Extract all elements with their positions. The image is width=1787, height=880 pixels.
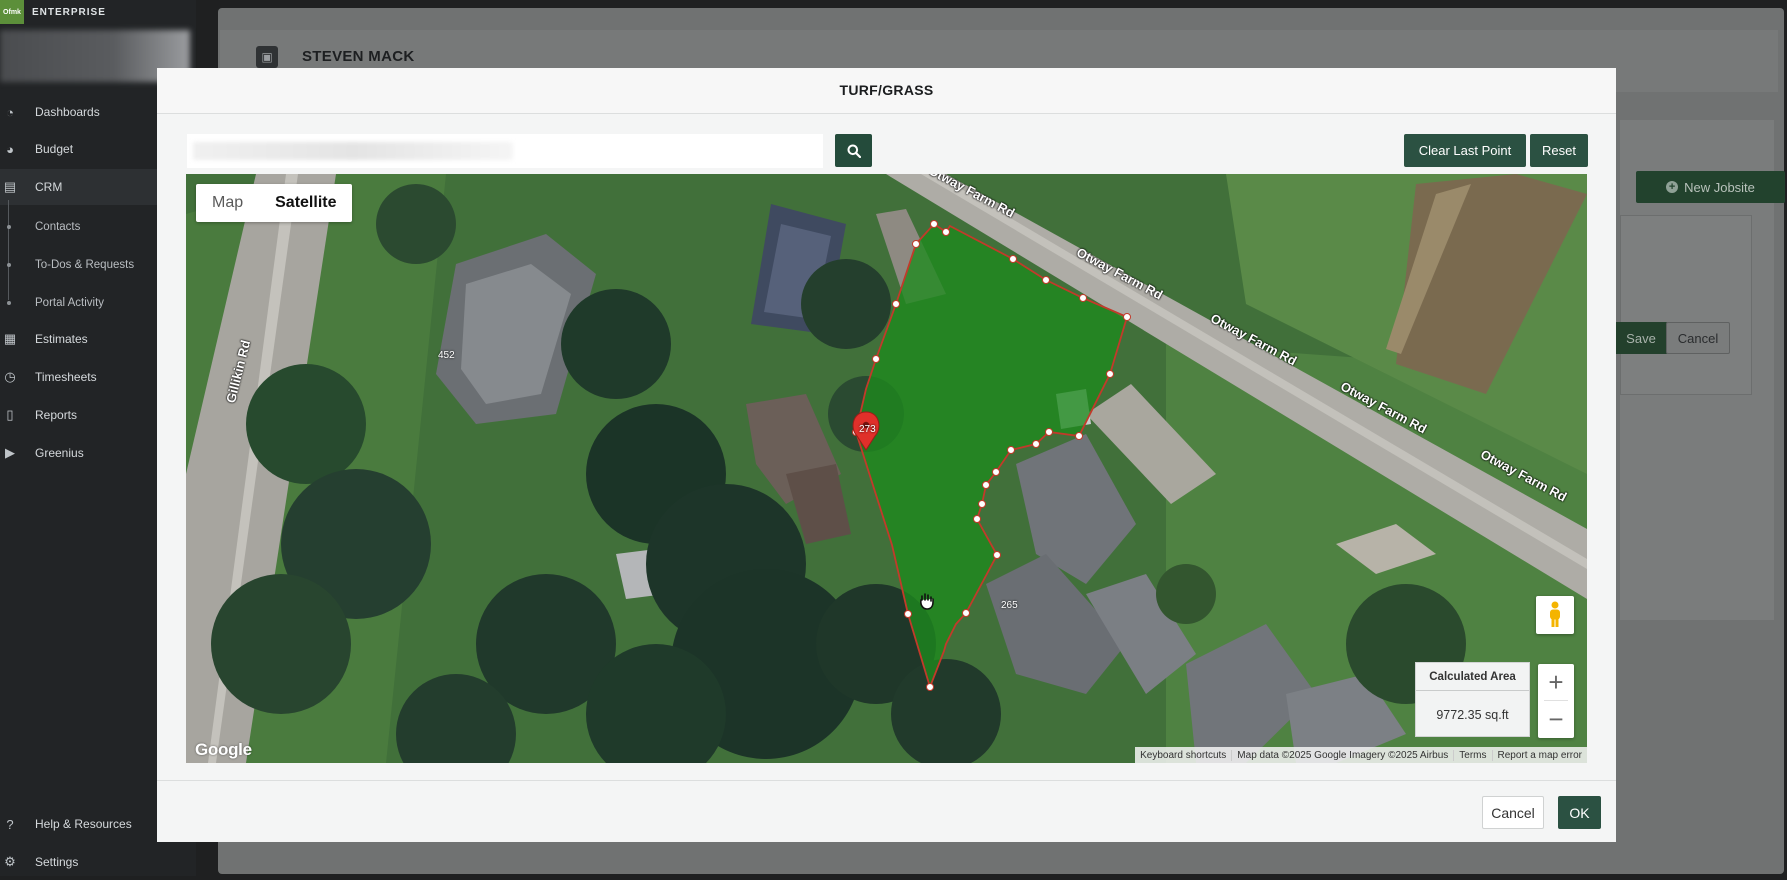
zoom-in-button[interactable]: + bbox=[1538, 664, 1574, 700]
plus-circle-icon: + bbox=[1666, 181, 1679, 193]
map-attribution: Keyboard shortcuts Map data ©2025 Google… bbox=[1135, 747, 1587, 763]
new-jobsite-button[interactable]: + New Jobsite bbox=[1636, 171, 1785, 203]
turf-grass-dialog: TURF/GRASS Clear Last Point Reset Otway … bbox=[157, 68, 1616, 842]
ok-button[interactable]: OK bbox=[1558, 796, 1601, 829]
calculated-area-box: Calculated Area 9772.35 sq.ft bbox=[1415, 662, 1530, 737]
sidebar-item-label: CRM bbox=[35, 180, 63, 194]
help-icon: ? bbox=[6, 816, 14, 832]
house-number: 452 bbox=[438, 350, 455, 361]
street-view-pegman[interactable] bbox=[1536, 596, 1574, 634]
pie-chart-icon: ◕ bbox=[6, 141, 14, 157]
sidebar-item-settings[interactable]: ⚙ Settings bbox=[0, 844, 196, 880]
sidebar-item-label: Greenius bbox=[35, 446, 84, 460]
brand[interactable]: Ofmk ENTERPRISE bbox=[0, 0, 106, 24]
new-jobsite-label: New Jobsite bbox=[1684, 179, 1755, 195]
cancel-button[interactable]: Cancel bbox=[1482, 796, 1544, 829]
clear-last-point-button[interactable]: Clear Last Point bbox=[1404, 134, 1526, 167]
terms-link[interactable]: Terms bbox=[1453, 749, 1491, 761]
play-circle-icon: ▶ bbox=[5, 445, 15, 460]
google-logo: Google bbox=[195, 740, 252, 759]
clock-icon: ◷ bbox=[4, 369, 16, 384]
contact-card-icon: ▣ bbox=[256, 46, 278, 68]
zoom-out-button[interactable]: − bbox=[1538, 701, 1574, 737]
dialog-footer bbox=[157, 780, 1616, 842]
sidebar-item-label: Reports bbox=[35, 408, 78, 422]
dashboard-icon: ◔ bbox=[6, 104, 14, 120]
keyboard-shortcuts-link[interactable]: Keyboard shortcuts bbox=[1135, 750, 1231, 761]
house-number: 265 bbox=[1001, 600, 1018, 611]
contact-book-icon: ▤ bbox=[3, 179, 17, 194]
dialog-header: TURF/GRASS bbox=[157, 68, 1616, 114]
sidebar-item-label: Dashboards bbox=[35, 105, 100, 119]
map-type-satellite[interactable]: Satellite bbox=[259, 184, 352, 222]
satellite-map[interactable]: Otway Farm Rd Otway Farm Rd Otway Farm R… bbox=[186, 174, 1587, 763]
satellite-imagery bbox=[186, 174, 1587, 763]
zoom-control: + − bbox=[1538, 664, 1574, 738]
calculated-area-value: 9772.35 sq.ft bbox=[1436, 708, 1509, 722]
search-button[interactable] bbox=[835, 134, 872, 167]
report-map-error-link[interactable]: Report a map error bbox=[1491, 749, 1587, 761]
sidebar-item-label: Budget bbox=[35, 142, 74, 156]
sidebar-item-label: Contacts bbox=[35, 221, 81, 233]
reset-button[interactable]: Reset bbox=[1530, 134, 1588, 167]
jobsite-card bbox=[1620, 215, 1752, 395]
brand-name: ENTERPRISE bbox=[32, 6, 106, 18]
map-type-control: Map Satellite bbox=[196, 184, 353, 222]
calculated-area-label: Calculated Area bbox=[1416, 663, 1529, 691]
background-cancel-button[interactable]: Cancel bbox=[1666, 322, 1730, 354]
sidebar-item-label: Timesheets bbox=[35, 370, 97, 384]
map-data-text: Map data ©2025 Google Imagery ©2025 Airb… bbox=[1231, 749, 1453, 761]
dialog-title: TURF/GRASS bbox=[839, 82, 934, 98]
document-icon: ▯ bbox=[6, 407, 14, 422]
sidebar-item-label: To-Dos & Requests bbox=[35, 259, 135, 271]
redacted-address bbox=[193, 142, 513, 160]
sidebar-item-label: Help & Resources bbox=[35, 817, 132, 831]
pegman-icon bbox=[1550, 601, 1560, 627]
bullet-icon bbox=[7, 301, 11, 305]
bullet-icon bbox=[7, 225, 11, 229]
sidebar-item-label: Portal Activity bbox=[35, 297, 105, 309]
gear-icon: ⚙ bbox=[4, 854, 16, 869]
sidebar-item-label: Estimates bbox=[35, 332, 88, 346]
customer-name: STEVEN MACK bbox=[302, 48, 415, 65]
calculator-icon: ▦ bbox=[3, 331, 17, 346]
house-number: 273 bbox=[859, 424, 876, 435]
background-save-button[interactable]: Save bbox=[1614, 322, 1668, 354]
map-type-map[interactable]: Map bbox=[196, 184, 259, 222]
bullet-icon bbox=[7, 263, 11, 267]
brand-logo: Ofmk bbox=[0, 0, 24, 24]
sidebar-item-label: Settings bbox=[35, 855, 79, 869]
search-icon bbox=[847, 144, 861, 158]
